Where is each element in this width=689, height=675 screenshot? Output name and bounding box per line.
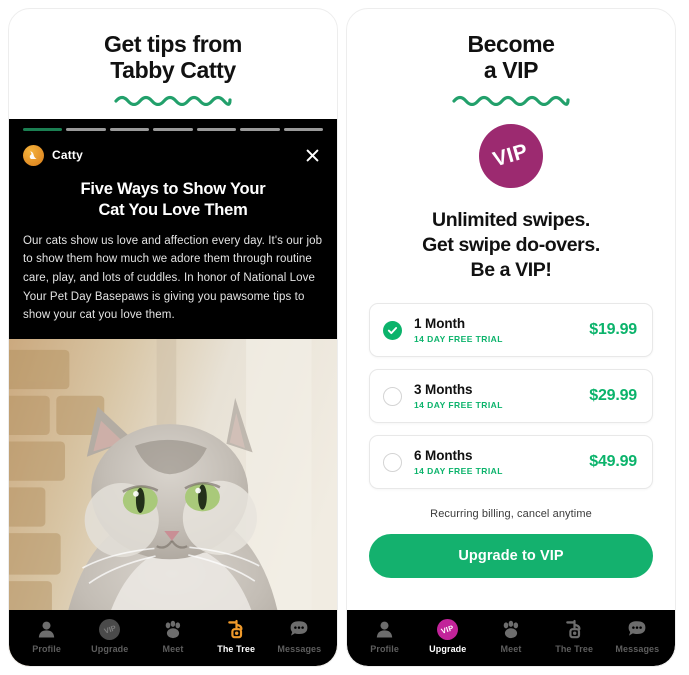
plan-trial: 14 DAY FREE TRIAL — [414, 333, 503, 344]
plan-name: 1 Month — [414, 316, 466, 332]
progress-segment[interactable] — [283, 128, 323, 132]
nav-item-upgrade[interactable]: VIP Upgrade — [81, 613, 139, 659]
paw-icon — [163, 619, 183, 640]
nav-label: Upgrade — [91, 643, 129, 654]
nav-label: The Tree — [217, 643, 256, 654]
chat-icon — [627, 619, 647, 640]
vip-badge: VIP — [479, 124, 543, 189]
story-body-text: Our cats show us love and affection ever… — [23, 234, 323, 322]
page-title: Get tips from Tabby Catty — [27, 31, 319, 83]
nav-label: Messages — [615, 643, 660, 654]
plan-text: 1 Month 14 DAY FREE TRIAL — [414, 316, 589, 344]
page-title-line2: a VIP — [483, 57, 539, 84]
plan-name: 6 Months — [414, 448, 473, 464]
progress-segment[interactable] — [196, 128, 237, 132]
bottom-navigation: Profile VIP Upgrade Meet The Tree Messag… — [347, 610, 675, 666]
avatar[interactable] — [23, 144, 44, 166]
plan-trial: 14 DAY FREE TRIAL — [414, 399, 503, 410]
plan-option[interactable]: 1 Month 14 DAY FREE TRIAL $19.99 — [369, 303, 653, 358]
plan-list: 1 Month 14 DAY FREE TRIAL $19.99 3 Month… — [347, 303, 675, 490]
plan-trial: 14 DAY FREE TRIAL — [414, 465, 503, 476]
vip-pitch-line3: Be a VIP! — [470, 258, 552, 281]
story-headline-line1: Five Ways to Show Your — [80, 180, 266, 199]
left-phone-screen: Get tips from Tabby Catty Catty Five Way… — [8, 8, 338, 667]
upgrade-to-vip-button[interactable]: Upgrade to VIP — [369, 534, 653, 579]
right-phone-screen: Become a VIP VIP Unlimited swipes. Get s… — [346, 8, 676, 667]
progress-segment[interactable] — [109, 128, 150, 132]
app-screenshot: Get tips from Tabby Catty Catty Five Way… — [0, 0, 689, 675]
nav-item-profile[interactable]: Profile — [18, 613, 76, 659]
vip-pitch: Unlimited swipes. Get swipe do-overs. Be… — [347, 208, 675, 282]
radio-selected-icon[interactable] — [383, 320, 402, 340]
plan-option[interactable]: 6 Months 14 DAY FREE TRIAL $49.99 — [369, 435, 653, 490]
nav-label: Upgrade — [429, 643, 467, 654]
nav-item-the-tree[interactable]: The Tree — [545, 613, 603, 659]
radio-unselected-icon[interactable] — [383, 386, 402, 406]
vip-badge-text: VIP — [490, 140, 532, 172]
progress-segment[interactable] — [240, 128, 280, 132]
page-title-line1: Become — [467, 31, 555, 57]
nav-label: Meet — [162, 643, 184, 654]
chat-icon — [289, 619, 309, 640]
squiggle-divider-icon — [114, 96, 232, 107]
tree-icon — [227, 619, 246, 640]
cat-silhouette-icon — [29, 151, 37, 159]
nav-item-meet[interactable]: Meet — [144, 613, 202, 659]
story-handle: Catty — [52, 148, 84, 163]
story-progress-bar[interactable] — [23, 128, 323, 132]
left-header: Get tips from Tabby Catty — [9, 9, 337, 107]
progress-segment[interactable] — [153, 128, 193, 132]
person-icon — [375, 619, 394, 640]
page-title-line1: Get tips from — [104, 31, 242, 57]
page-title: Become a VIP — [365, 31, 657, 83]
progress-segment[interactable] — [23, 128, 63, 132]
plan-price: $49.99 — [589, 453, 637, 471]
plan-price: $19.99 — [589, 321, 637, 339]
radio-unselected-icon[interactable] — [383, 452, 402, 472]
nav-label: Meet — [500, 643, 522, 654]
squiggle-divider-icon — [452, 96, 570, 107]
vip-icon: VIP — [99, 618, 121, 640]
nav-label: Profile — [32, 643, 61, 654]
progress-segment[interactable] — [66, 128, 106, 132]
story-headline-line2: Cat You Love Them — [98, 201, 248, 220]
nav-item-the-tree[interactable]: The Tree — [207, 613, 265, 659]
nav-label: Profile — [370, 643, 399, 654]
nav-item-messages[interactable]: Messages — [608, 613, 666, 659]
close-icon[interactable] — [301, 144, 323, 166]
bottom-navigation: Profile VIP Upgrade Meet The Tree Messag… — [9, 610, 337, 666]
vip-pitch-line1: Unlimited swipes. — [432, 209, 590, 232]
nav-item-meet[interactable]: Meet — [482, 613, 540, 659]
recurring-note: Recurring billing, cancel anytime — [430, 508, 592, 521]
plan-text: 6 Months 14 DAY FREE TRIAL — [414, 448, 589, 476]
cta-wrap: Upgrade to VIP — [347, 520, 675, 579]
story-header: Catty — [23, 143, 323, 167]
plan-text: 3 Months 14 DAY FREE TRIAL — [414, 382, 589, 410]
nav-label: Messages — [277, 643, 322, 654]
nav-item-messages[interactable]: Messages — [270, 613, 328, 659]
right-header: Become a VIP — [347, 9, 675, 107]
nav-label: The Tree — [555, 643, 594, 654]
paw-icon — [501, 619, 521, 640]
nav-item-upgrade[interactable]: VIP Upgrade — [419, 613, 477, 659]
page-title-line2: Tabby Catty — [110, 57, 236, 84]
nav-item-profile[interactable]: Profile — [356, 613, 414, 659]
plan-price: $29.99 — [589, 387, 637, 405]
person-icon — [37, 619, 56, 640]
story-headline: Five Ways to Show Your Cat You Love Them — [23, 179, 323, 220]
story-card: Catty Five Ways to Show Your Cat You Lov… — [9, 119, 337, 339]
vip-icon: VIP — [437, 618, 459, 640]
vip-badge-wrap: VIP — [347, 124, 675, 189]
plan-name: 3 Months — [414, 382, 473, 398]
plan-option[interactable]: 3 Months 14 DAY FREE TRIAL $29.99 — [369, 369, 653, 424]
vip-pitch-line2: Get swipe do-overs. — [422, 234, 600, 256]
tree-icon — [565, 619, 584, 640]
